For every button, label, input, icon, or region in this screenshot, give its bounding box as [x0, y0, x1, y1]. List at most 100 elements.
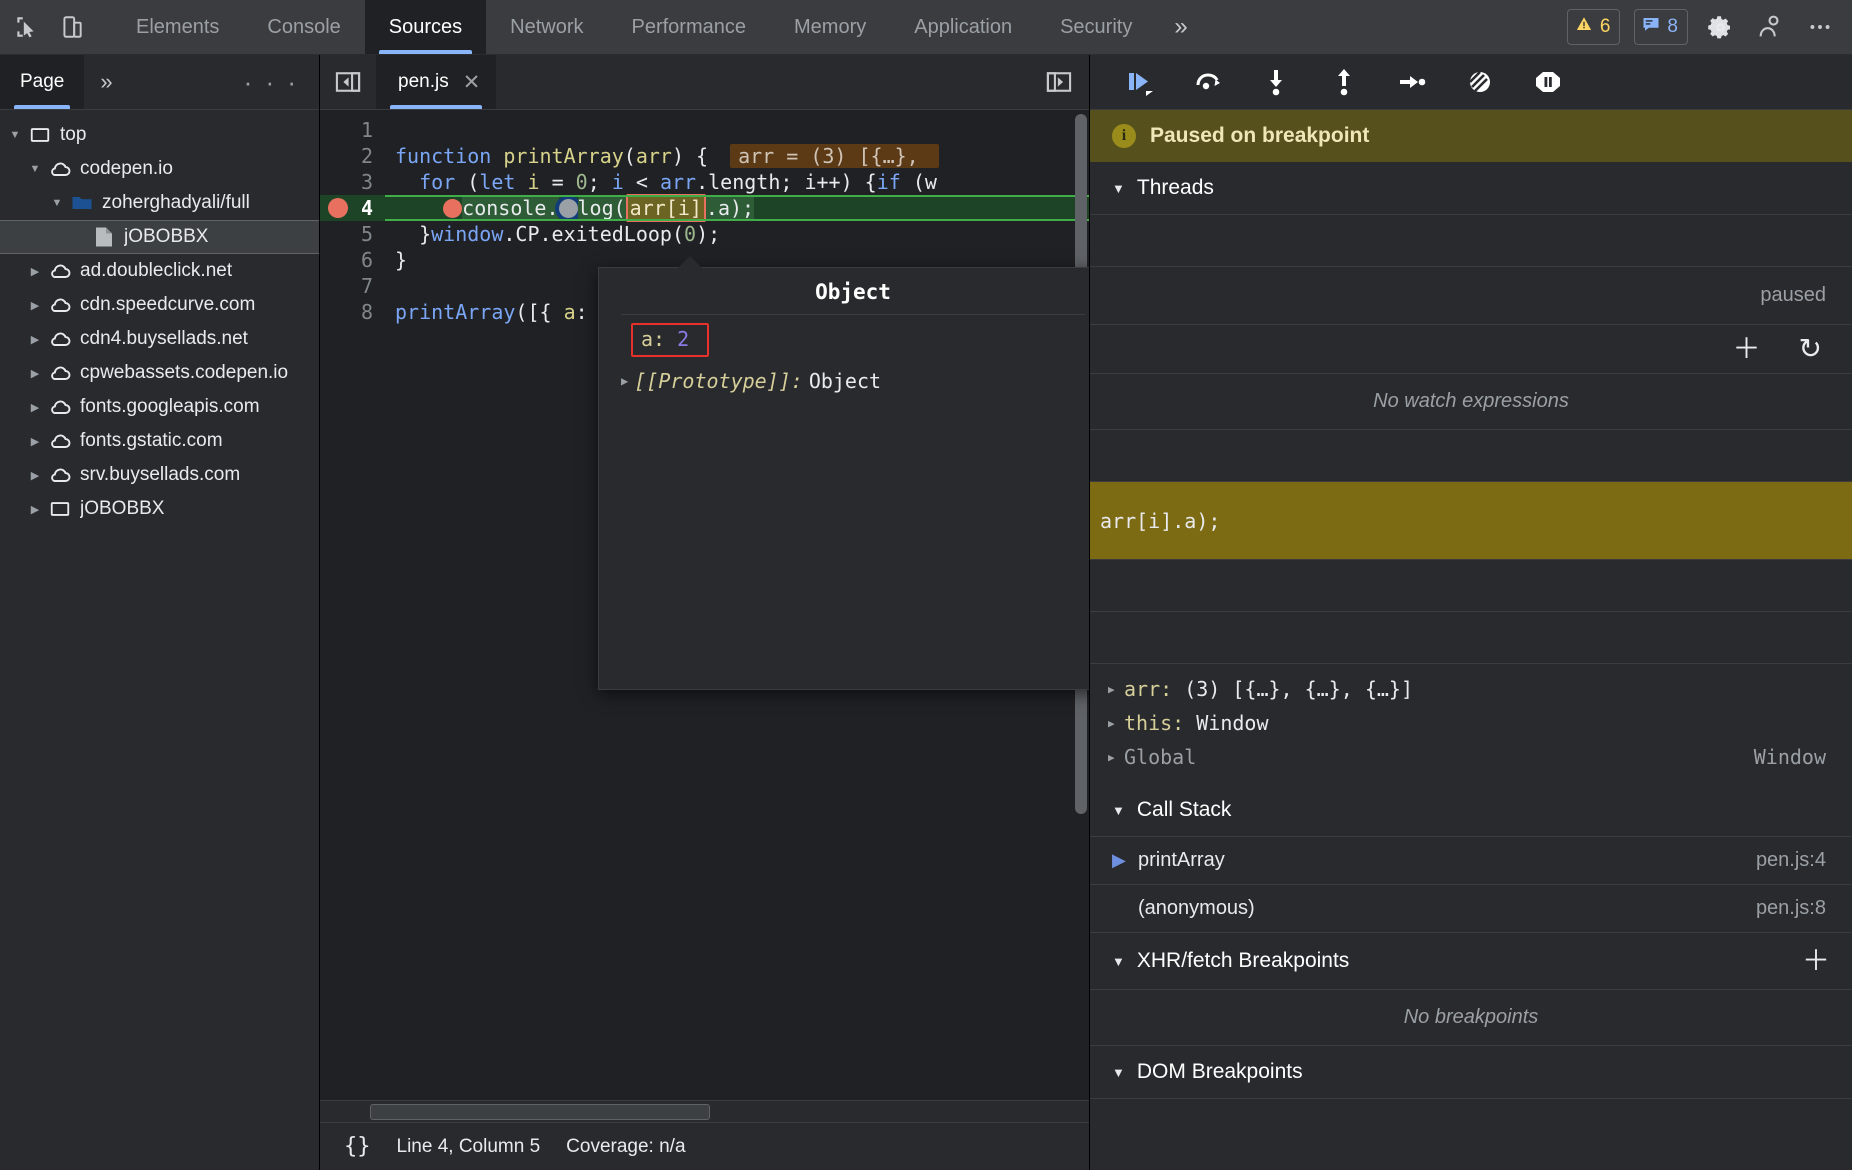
scope-row-arr[interactable]: ▶ arr: (3) [{…}, {…}, {…}]	[1090, 672, 1852, 706]
section-header-threads[interactable]: ▼ Threads	[1090, 162, 1852, 215]
chevron-right-icon[interactable]	[24, 469, 46, 482]
resume-button[interactable]	[1118, 62, 1162, 102]
tree-item-ad-doubleclick-net[interactable]: ad.doubleclick.net	[0, 254, 319, 288]
navigator-more-tabs-icon[interactable]: »	[84, 55, 128, 109]
navigator-options-icon[interactable]: · · ·	[224, 55, 319, 109]
tree-item-label: cdn.speedcurve.com	[80, 294, 255, 316]
close-icon[interactable]: ✕	[463, 72, 481, 93]
warnings-badge[interactable]: 6	[1567, 9, 1621, 45]
editor-horizontal-scrollbar[interactable]	[370, 1104, 710, 1120]
tab-memory[interactable]: Memory	[770, 0, 890, 54]
tree-item-jobobbx[interactable]: jOBOBBX	[0, 492, 319, 526]
breakpoint-list-highlighted-row[interactable]: arr[i].a);	[1090, 482, 1852, 560]
scope-row-this[interactable]: ▶ this: Window	[1090, 706, 1852, 740]
prototype-key: [[Prototype]]:	[634, 369, 803, 393]
device-toggle-icon[interactable]	[54, 9, 90, 45]
frame-name: (anonymous)	[1138, 897, 1255, 920]
messages-badge[interactable]: 8	[1634, 9, 1688, 45]
warning-triangle-icon	[1575, 15, 1593, 39]
thread-row[interactable]: paused	[1090, 267, 1852, 325]
tree-item-fonts-googleapis-com[interactable]: fonts.googleapis.com	[0, 390, 319, 424]
plus-icon[interactable]: ＋	[1733, 335, 1761, 363]
show-navigator-icon[interactable]	[320, 55, 376, 109]
popover-prototype-row[interactable]: ▶ [[Prototype]]: Object	[599, 357, 1089, 393]
more-tabs-icon[interactable]: »	[1156, 0, 1205, 54]
editor-pane: pen.js ✕ 1 2 function printArray(arr) {a…	[320, 55, 1090, 1170]
chevron-right-icon[interactable]	[24, 401, 46, 414]
chevron-right-icon[interactable]: ▶	[1108, 683, 1124, 696]
object-value-popover[interactable]: Object a: 2 ▶ [[Prototype]]: Object	[598, 267, 1089, 690]
section-header-dom-breakpoints[interactable]: ▼ DOM Breakpoints	[1090, 1046, 1852, 1099]
tree-item-codepen-io[interactable]: codepen.io	[0, 152, 319, 186]
inspect-icon[interactable]	[8, 9, 44, 45]
deactivate-breakpoints-button[interactable]	[1458, 62, 1502, 102]
tree-item-jobobbx[interactable]: jOBOBBX	[0, 220, 319, 254]
chevron-right-icon[interactable]	[24, 265, 46, 278]
three-dots-icon[interactable]	[1802, 9, 1838, 45]
tree-item-srv-buysellads-com[interactable]: srv.buysellads.com	[0, 458, 319, 492]
chevron-down-icon[interactable]	[4, 129, 26, 141]
editor-tab-pen-js[interactable]: pen.js ✕	[376, 55, 496, 109]
tab-page[interactable]: Page	[0, 55, 84, 109]
code-viewport[interactable]: 1 2 function printArray(arr) {arr = (3) …	[320, 110, 1089, 1100]
coverage-status: Coverage: n/a	[566, 1136, 685, 1158]
plus-icon[interactable]: ＋	[1802, 947, 1830, 975]
frame-name: printArray	[1138, 849, 1225, 872]
chevron-right-icon[interactable]	[24, 503, 46, 516]
chevron-right-icon[interactable]	[24, 435, 46, 448]
section-header-call-stack[interactable]: ▼ Call Stack	[1090, 784, 1852, 837]
breakpoint-inline-icon[interactable]	[443, 199, 462, 218]
tab-application[interactable]: Application	[890, 0, 1036, 54]
devtools-logo-icon	[1752, 9, 1788, 45]
property-key: a:	[641, 327, 665, 351]
chevron-right-icon[interactable]: ▶	[1108, 717, 1124, 730]
pause-on-exceptions-button[interactable]	[1526, 62, 1570, 102]
tab-elements[interactable]: Elements	[112, 0, 243, 54]
popover-property-row[interactable]: a: 2	[599, 315, 1089, 357]
line-number: 1	[320, 117, 385, 143]
tree-item-label: zoherghadyali/full	[102, 192, 250, 214]
chevron-right-icon[interactable]	[24, 299, 46, 312]
property-value: 2	[677, 327, 689, 351]
gear-icon[interactable]	[1702, 9, 1738, 45]
tree-item-cdn-speedcurve-com[interactable]: cdn.speedcurve.com	[0, 288, 319, 322]
tree-item-zoherghadyali-full[interactable]: zoherghadyali/full	[0, 186, 319, 220]
step-button[interactable]	[1390, 62, 1434, 102]
step-into-button[interactable]	[1254, 62, 1298, 102]
evaluated-expression[interactable]: arr[i]	[626, 194, 706, 222]
editor-hscrollbar-track[interactable]	[320, 1100, 1089, 1122]
line-number: 3	[320, 169, 385, 195]
tab-console[interactable]: Console	[243, 0, 364, 54]
step-over-button[interactable]	[1186, 62, 1230, 102]
tree-item-cdn4-buysellads-net[interactable]: cdn4.buysellads.net	[0, 322, 319, 356]
chevron-right-icon[interactable]: ▶	[621, 374, 628, 388]
tab-performance[interactable]: Performance	[608, 0, 771, 54]
tab-security[interactable]: Security	[1036, 0, 1156, 54]
chevron-down-icon[interactable]	[24, 163, 46, 175]
watch-section-actions: ＋ ↻	[1090, 325, 1852, 374]
chevron-right-icon[interactable]	[24, 333, 46, 346]
navigator-tabbar: Page » · · ·	[0, 55, 319, 110]
chevron-right-icon[interactable]	[24, 367, 46, 380]
chevron-down-icon[interactable]	[46, 197, 68, 209]
tab-network[interactable]: Network	[486, 0, 607, 54]
navigator-pane: Page » · · · top codepen.io zoherghadyali/…	[0, 55, 320, 1170]
chevron-down-icon: ▼	[1112, 803, 1125, 818]
conditional-breakpoint-icon[interactable]	[559, 199, 578, 218]
tree-item-top[interactable]: top	[0, 118, 319, 152]
tree-item-fonts-gstatic-com[interactable]: fonts.gstatic.com	[0, 424, 319, 458]
tree-item-label: top	[60, 124, 86, 146]
tab-sources[interactable]: Sources	[365, 0, 486, 54]
call-stack-frame[interactable]: (anonymous) pen.js:8	[1090, 885, 1852, 933]
paused-on-breakpoint-banner: i Paused on breakpoint	[1090, 110, 1852, 162]
section-header-xhr-breakpoints[interactable]: ▼ XHR/fetch Breakpoints ＋	[1090, 933, 1852, 990]
refresh-icon[interactable]: ↻	[1799, 335, 1822, 363]
tree-item-cpwebassets-codepen-io[interactable]: cpwebassets.codepen.io	[0, 356, 319, 390]
step-out-button[interactable]	[1322, 62, 1366, 102]
frame-icon	[46, 498, 74, 520]
show-debugger-icon[interactable]	[1029, 55, 1089, 109]
pretty-print-icon[interactable]: {}	[344, 1134, 371, 1159]
scope-row-global[interactable]: ▶ Global Window	[1090, 740, 1852, 774]
chevron-right-icon[interactable]: ▶	[1108, 751, 1124, 764]
call-stack-frame-active[interactable]: ▶ printArray pen.js:4	[1090, 837, 1852, 885]
